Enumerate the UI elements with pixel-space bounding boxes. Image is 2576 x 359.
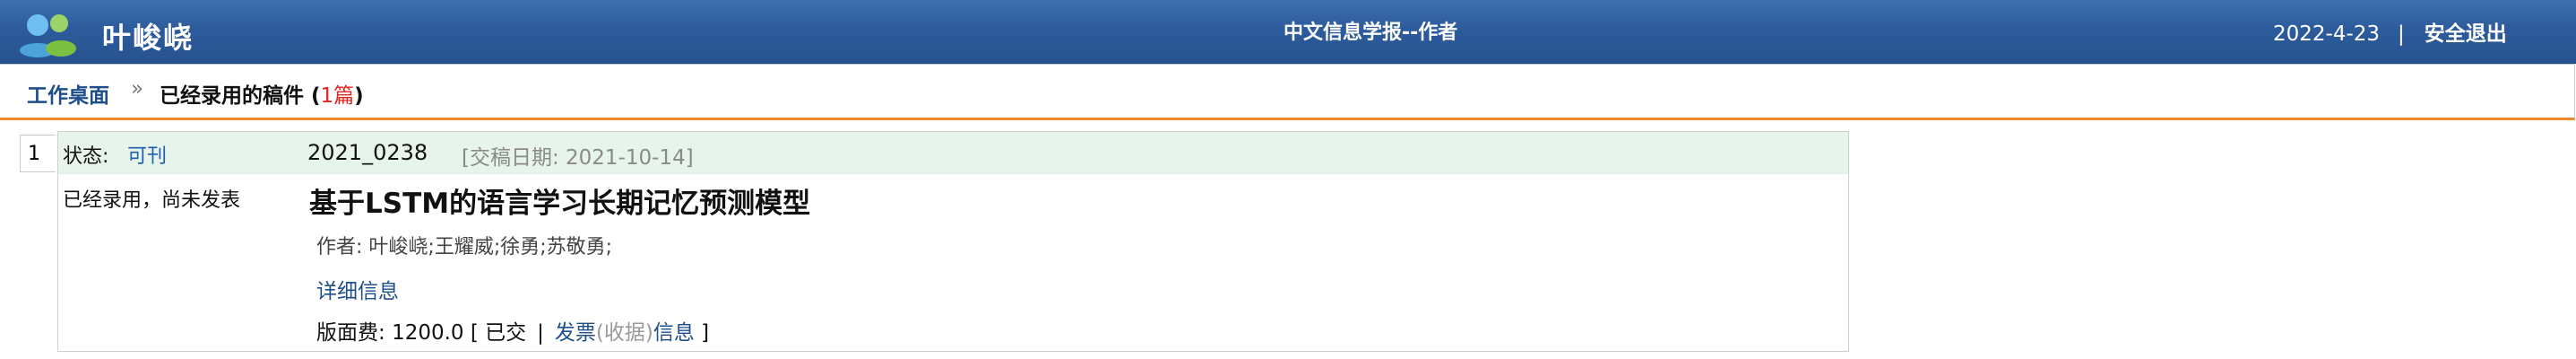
record-header: 状态: 可刊 2021_0238 [交稿日期: 2021-10-14] xyxy=(58,132,1848,174)
accepted-note: 已经录用，尚未发表 xyxy=(63,189,241,212)
paper-title: 基于LSTM的语言学习长期记忆预测模型 xyxy=(309,188,811,220)
invoice-label-2: (收据) xyxy=(595,321,653,345)
invoice-label-3: 信息 xyxy=(653,321,695,345)
manuscript-id: 2021_0238 xyxy=(307,140,428,165)
fee-separator: | xyxy=(537,321,544,345)
fee-amount: 1200.0 xyxy=(392,321,464,345)
breadcrumb: 工作桌面 » 已经录用的稿件 (1篇) xyxy=(0,64,2575,120)
row-index: 1 xyxy=(20,135,56,172)
manuscript-record: 状态: 可刊 2021_0238 [交稿日期: 2021-10-14] 已经录用… xyxy=(57,131,1849,352)
fee-close-bracket: ] xyxy=(701,321,710,345)
status-label: 状态: xyxy=(63,145,109,168)
header-bar: 叶峻峣 中文信息学报--作者 2022-4-23 | 安全退出 xyxy=(0,0,2576,64)
site-title: 中文信息学报--作者 xyxy=(1284,22,1458,44)
users-icon xyxy=(20,14,76,57)
breadcrumb-current-label: 已经录用的稿件 xyxy=(160,84,304,108)
header-separator: | xyxy=(2398,22,2405,46)
manuscript-count: 1篇 xyxy=(320,84,355,108)
breadcrumb-current: 已经录用的稿件 (1篇) xyxy=(160,78,364,109)
breadcrumb-arrow: » xyxy=(131,77,144,101)
fee-line: 版面费: 1200.0 [ 已交 | 发票(收据)信息 ] xyxy=(316,315,709,346)
fee-paid-status: 已交 xyxy=(485,321,527,345)
count-close-paren: ) xyxy=(354,84,364,108)
current-date: 2022-4-23 xyxy=(2273,22,2381,46)
submission-date: [交稿日期: 2021-10-14] xyxy=(462,146,694,170)
fee-label: 版面费: xyxy=(316,321,385,345)
header-right: 2022-4-23 | 安全退出 xyxy=(2273,16,2507,47)
authors-line: 作者: 叶峻峣;王耀威;徐勇;苏敬勇; xyxy=(316,236,613,258)
breadcrumb-home-link[interactable]: 工作桌面 xyxy=(27,78,109,109)
invoice-label-1: 发票 xyxy=(554,321,596,345)
detail-info-link[interactable]: 详细信息 xyxy=(316,274,399,304)
fee-open-bracket: [ xyxy=(470,321,479,345)
user-name: 叶峻峣 xyxy=(102,21,194,55)
status-value-link[interactable]: 可刊 xyxy=(127,140,167,169)
logout-link[interactable]: 安全退出 xyxy=(2425,22,2507,46)
count-open-paren: ( xyxy=(311,84,321,108)
invoice-link[interactable]: 发票(收据)信息 xyxy=(555,321,695,345)
